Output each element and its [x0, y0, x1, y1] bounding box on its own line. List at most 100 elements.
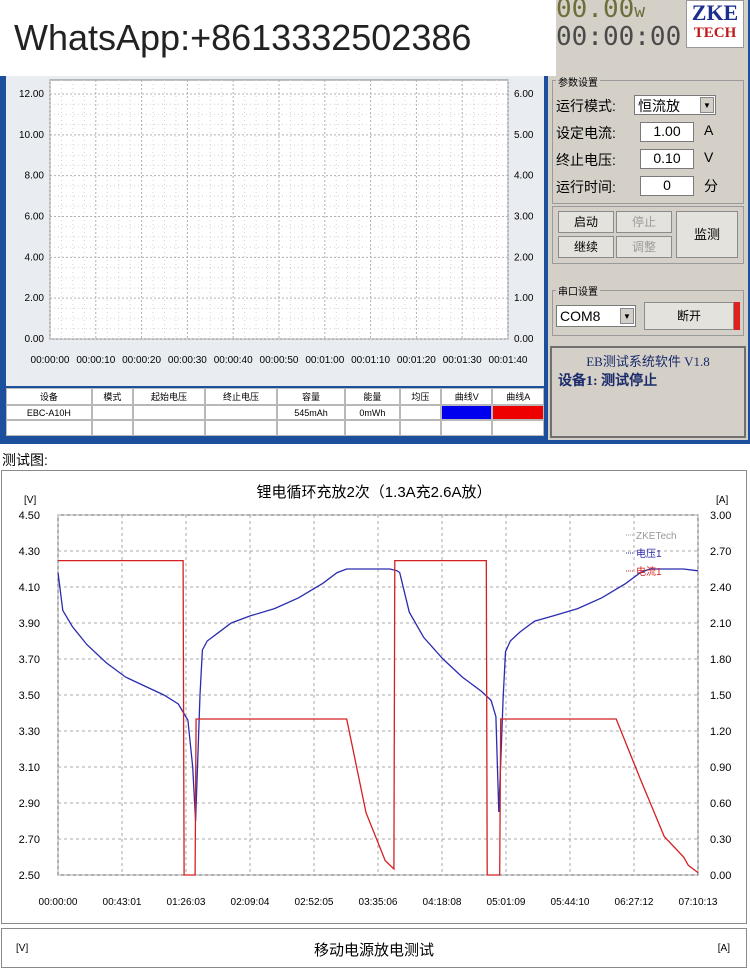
y-left-tick-label: 0.00: [25, 334, 45, 345]
legend-entry: 电流1: [636, 565, 662, 578]
time-readout: 00:00:00: [556, 22, 682, 52]
y-left-tick-label: 4.10: [19, 582, 40, 594]
legend-entry: 电压1: [636, 547, 662, 560]
chevron-down-icon[interactable]: ▼: [700, 97, 714, 113]
x-tick-label: 00:01:10: [351, 355, 390, 366]
run-time-unit: 分: [704, 178, 718, 194]
y-right-tick-label: 6.00: [514, 89, 534, 100]
y-right-tick-label: 3.00: [514, 212, 534, 223]
table-cell: [132, 404, 206, 421]
powerbank-chart-title: 移动电源放电测试: [313, 942, 434, 959]
x-tick-label: 00:00:10: [76, 355, 115, 366]
table-header-cell: 均压: [399, 388, 441, 405]
run-time-input[interactable]: 0: [640, 176, 694, 196]
current-unit: A: [704, 122, 714, 138]
x-tick-label: 04:18:08: [423, 897, 462, 908]
status-message: 设备1: 测试停止: [558, 374, 658, 389]
x-tick-label: 00:01:00: [305, 355, 344, 366]
x-tick-label: 00:00:50: [260, 355, 299, 366]
start-button[interactable]: 启动: [558, 211, 614, 233]
chevron-down-icon[interactable]: ▼: [620, 308, 634, 324]
x-tick-label: 00:01:20: [397, 355, 436, 366]
mode-value: 恒流放: [638, 98, 680, 114]
table-header-cell: 曲线A: [492, 388, 544, 405]
x-tick-label: 00:00:00: [39, 897, 78, 908]
y-left-tick-label: 6.00: [25, 212, 45, 223]
adjust-button[interactable]: 调整: [616, 236, 672, 258]
table-cell: 545mAh: [277, 404, 345, 421]
port-select[interactable]: COM8 ▼: [556, 305, 636, 327]
y-left-tick-label: 2.00: [25, 293, 45, 304]
table-header-cell: 容量: [277, 388, 345, 405]
chart-title: 锂电循环充放2次（1.3A充2.6A放）: [256, 484, 491, 501]
y-right-tick-label: 2.10: [710, 618, 731, 630]
y-right-tick-label: 2.40: [710, 582, 731, 594]
stop-button[interactable]: 停止: [616, 211, 672, 233]
params-group-title: 参数设置: [556, 74, 600, 89]
status-title: EB测试系统软件 V1.8: [586, 354, 710, 369]
y-right-tick-label: 0.00: [514, 334, 534, 345]
y-right-tick-label: 0.00: [710, 870, 731, 882]
y-left-tick-label: 4.00: [25, 252, 45, 263]
continue-button[interactable]: 继续: [558, 236, 614, 258]
mode-select[interactable]: 恒流放 ▼: [634, 95, 716, 115]
power-readout: 00.00w: [556, 0, 645, 24]
table-header-cell: 曲线V: [440, 388, 493, 405]
x-tick-label: 00:01:40: [489, 355, 528, 366]
table-header-cell: 设备: [6, 388, 92, 405]
table-header-cell: 终止电压: [205, 388, 278, 405]
powerbank-right-unit: [A]: [717, 943, 730, 954]
x-tick-label: 01:26:03: [167, 897, 206, 908]
control-panel: 00.00w 00:00:00 ZKE TECH 参数设置 运行模式: 恒流放 …: [548, 0, 748, 440]
y-left-tick-label: 2.70: [19, 834, 40, 846]
test-image-caption: 测试图:: [2, 452, 48, 468]
x-tick-label: 06:27:12: [615, 897, 654, 908]
table-cell: [91, 404, 133, 421]
port-value: COM8: [560, 308, 601, 324]
x-tick-label: 02:52:05: [295, 897, 334, 908]
y-right-tick-label: 1.50: [710, 690, 731, 702]
x-tick-label: 00:00:00: [31, 355, 70, 366]
powerbank-chart-frame: [V] 移动电源放电测试 [A]: [1, 928, 747, 968]
x-tick-label: 05:44:10: [551, 897, 590, 908]
y-right-tick-label: 0.90: [710, 762, 731, 774]
legend-entry: ZKETech: [636, 531, 677, 542]
table-header-cell: 模式: [91, 388, 133, 405]
y-left-tick-label: 3.90: [19, 618, 40, 630]
table-header-cell: 能量: [344, 388, 400, 405]
y-right-tick-label: 1.20: [710, 726, 731, 738]
y-right-tick-label: 1.80: [710, 654, 731, 666]
y-right-tick-label: 2.70: [710, 546, 731, 558]
y-right-tick-label: 0.30: [710, 834, 731, 846]
table-cell: EBC-A10H: [6, 404, 92, 421]
current-input[interactable]: 1.00: [640, 122, 694, 142]
device-table-row[interactable]: EBC-A10H 545mAh 0mWh: [6, 404, 544, 421]
table-cell: [492, 404, 544, 421]
y-right-tick-label: 2.00: [514, 252, 534, 263]
top-chart: 00:00:00 00:00:10 00:00:20 00:00:30 00:00:40…: [19, 79, 534, 366]
contact-banner: WhatsApp:+8613332502386: [0, 0, 556, 76]
table-cell: 0mWh: [344, 404, 400, 421]
x-tick-label: 07:10:13: [679, 897, 718, 908]
y-left-tick-label: 3.30: [19, 726, 40, 738]
y-right-unit: [A]: [716, 495, 728, 506]
logo-line2: TECH: [693, 25, 737, 41]
table-cell: [205, 404, 278, 421]
stop-voltage-input[interactable]: 0.10: [640, 149, 694, 169]
monitor-button[interactable]: 监测: [676, 211, 738, 258]
stop-voltage-unit: V: [704, 149, 714, 165]
power-value: 00.00: [556, 0, 635, 24]
cycle-chart: 锂电循环充放2次（1.3A充2.6A放） [V] [A] 4.50 3.00 4.30 2.…: [19, 484, 732, 908]
x-tick-label: 00:00:30: [168, 355, 207, 366]
connection-indicator: [734, 302, 740, 330]
y-left-unit: [V]: [24, 495, 36, 506]
x-tick-label: 00:00:20: [122, 355, 161, 366]
y-right-tick-label: 0.60: [710, 798, 731, 810]
y-left-tick-label: 3.10: [19, 762, 40, 774]
stop-voltage-label: 终止电压:: [556, 152, 616, 168]
x-tick-label: 02:09:04: [231, 897, 270, 908]
disconnect-button[interactable]: 断开: [644, 302, 734, 330]
mode-label: 运行模式:: [556, 98, 616, 114]
y-right-tick-label: 1.00: [514, 293, 534, 304]
y-left-tick-label: 12.00: [19, 89, 44, 100]
